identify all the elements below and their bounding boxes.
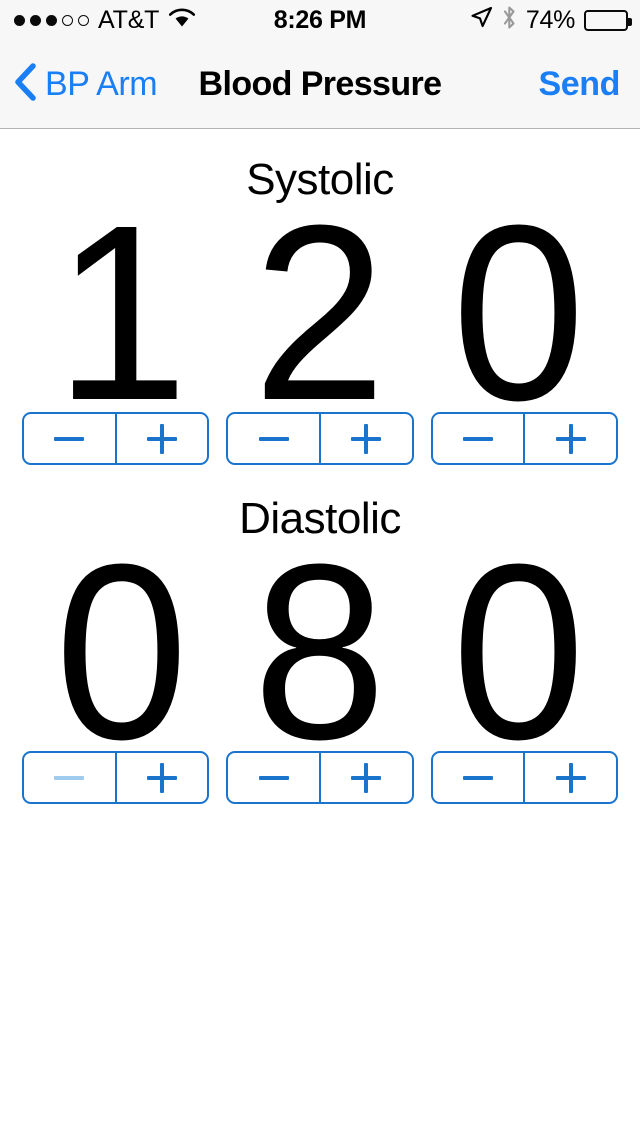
- plus-icon: [351, 762, 382, 793]
- plus-icon: [351, 423, 382, 454]
- signal-dot-2: [30, 14, 41, 26]
- plus-icon: [147, 423, 177, 454]
- battery-percent-label: 74%: [525, 5, 575, 34]
- wifi-icon: [168, 7, 196, 33]
- bluetooth-icon: [502, 5, 517, 35]
- clock-label: 8:26 PM: [273, 5, 367, 34]
- systolic-digit-3: 0: [451, 172, 586, 452]
- plus-icon: [147, 762, 177, 793]
- cellular-signal-icon: [14, 14, 89, 26]
- main-content: Systolic 1 2 0 Diastolic 0 8 0: [0, 130, 640, 1136]
- plus-icon: [555, 762, 586, 793]
- systolic-digit-2: 2: [253, 172, 387, 452]
- battery-icon: [584, 9, 632, 31]
- diastolic-digit-2: 8: [253, 511, 387, 791]
- signal-dot-1: [14, 14, 25, 26]
- signal-dot-5: [78, 14, 89, 26]
- signal-dot-3: [46, 14, 57, 26]
- blood-pressure-screen: AT&T 8:26 PM 74% BP Arm Blood Pressure S…: [0, 0, 640, 1136]
- systolic-digit-cell-2: 2: [221, 172, 420, 452]
- status-bar-left: AT&T: [14, 0, 196, 40]
- diastolic-digit-cell-1: 0: [22, 511, 221, 791]
- location-arrow-icon: [470, 6, 493, 34]
- systolic-digits: 1 2 0: [22, 172, 618, 452]
- navigation-bar: BP Arm Blood Pressure Send: [0, 40, 640, 129]
- systolic-digit-1: 1: [54, 172, 189, 452]
- systolic-digit-cell-1: 1: [22, 172, 221, 452]
- carrier-label: AT&T: [98, 5, 160, 34]
- diastolic-digit-cell-3: 0: [419, 511, 618, 791]
- send-button[interactable]: Send: [538, 40, 620, 128]
- diastolic-digit-cell-2: 8: [221, 511, 420, 791]
- diastolic-digit-3: 0: [451, 511, 586, 791]
- systolic-digit-cell-3: 0: [419, 172, 618, 452]
- status-bar-right: 74%: [470, 0, 632, 40]
- signal-dot-4: [62, 14, 73, 26]
- plus-icon: [555, 423, 586, 454]
- diastolic-digits: 0 8 0: [22, 511, 618, 791]
- status-bar: AT&T 8:26 PM 74%: [0, 0, 640, 40]
- diastolic-digit-1: 0: [54, 511, 189, 791]
